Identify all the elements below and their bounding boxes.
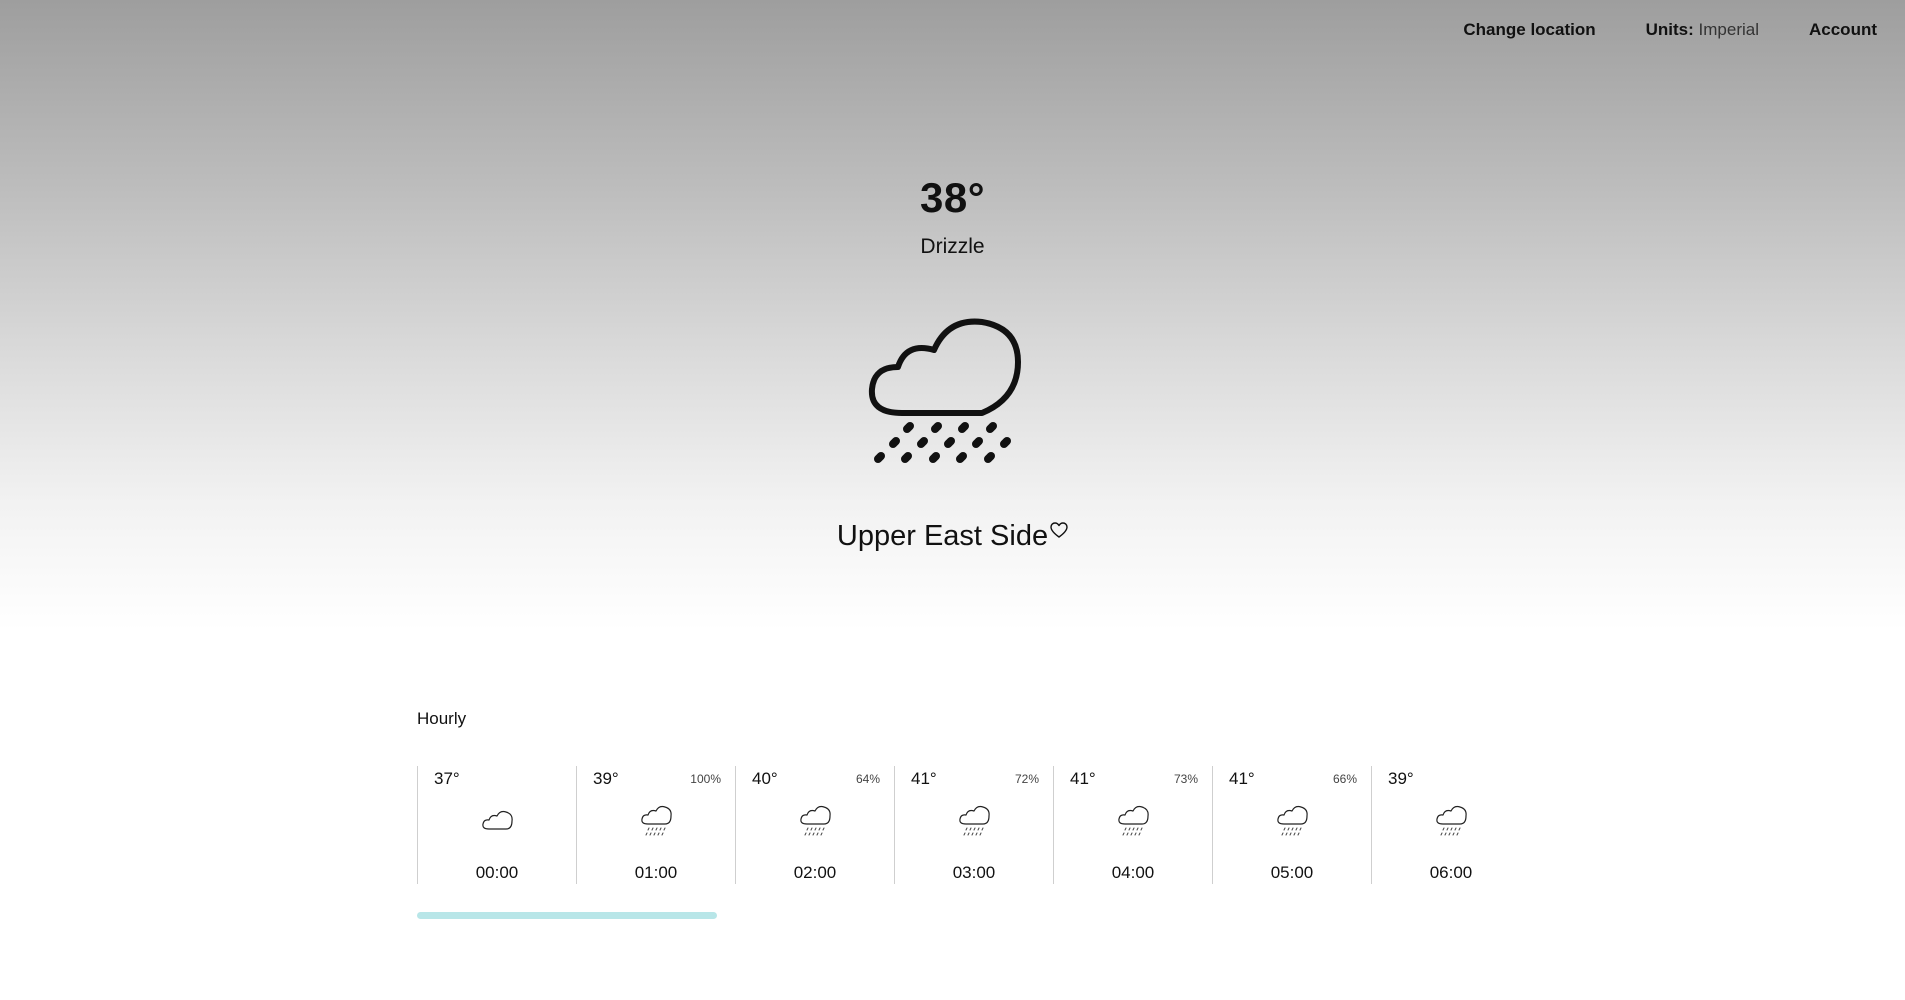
current-temperature: 38° (919, 174, 985, 221)
hourly-time: 05:00 (1270, 863, 1314, 882)
hourly-item: 39° 100% 01:00 (576, 766, 735, 884)
top-nav: Change location Units: Imperial Account (1463, 20, 1877, 40)
hourly-time: 00:00 (475, 863, 519, 882)
units-label: Units: (1645, 20, 1694, 39)
hourly-precipitation: 72% (1014, 772, 1039, 786)
hourly-temperature: 39° (593, 769, 619, 788)
hourly-time: 06:00 (1429, 863, 1473, 882)
units-toggle[interactable]: Units: Imperial (1646, 20, 1759, 40)
cloud-icon (480, 804, 516, 838)
drizzle-icon (868, 318, 1021, 463)
change-location-link[interactable]: Change location (1463, 20, 1595, 40)
hourly-item: 41° 73% 04:00 (1053, 766, 1212, 884)
hourly-precipitation: 100% (690, 772, 721, 786)
hourly-title: Hourly (417, 709, 467, 728)
hourly-scrollbar[interactable] (417, 912, 717, 919)
hourly-scrollbar-thumb[interactable] (417, 912, 717, 919)
location-name-row: Upper East Side (0, 520, 1905, 553)
hourly-temperature: 41° (1070, 769, 1096, 788)
hourly-temperature: 40° (752, 769, 778, 788)
hourly-precipitation: 73% (1173, 772, 1198, 786)
drizzle-icon (798, 804, 834, 838)
hourly-precipitation: 66% (1332, 772, 1357, 786)
hourly-item: 41° 66% 05:00 (1212, 766, 1371, 884)
drizzle-icon (639, 804, 675, 838)
heart-outline-icon[interactable] (1050, 522, 1068, 539)
hourly-time: 02:00 (793, 863, 837, 882)
hourly-time: 04:00 (1111, 863, 1155, 882)
current-condition: Drizzle (920, 235, 985, 258)
hourly-time: 03:00 (952, 863, 996, 882)
hourly-forecast-list[interactable]: 37° 00:00 39° 100% 01:00 40° 64% 02:00 41° 72% 03:… (417, 766, 1530, 884)
hourly-item: 40° 64% 02:00 (735, 766, 894, 884)
drizzle-icon (1434, 804, 1470, 838)
hourly-temperature: 41° (1229, 769, 1255, 788)
hourly-temperature: 39° (1388, 769, 1414, 788)
hourly-item: 41° 72% 03:00 (894, 766, 1053, 884)
hourly-temperature: 41° (911, 769, 937, 788)
drizzle-icon (1275, 804, 1311, 838)
location-name: Upper East Side (836, 520, 1049, 552)
hourly-temperature: 37° (434, 769, 460, 788)
drizzle-icon (1116, 804, 1152, 838)
drizzle-icon (957, 804, 993, 838)
hero-section: Change location Units: Imperial Account … (0, 0, 1905, 630)
hourly-precipitation: 64% (855, 772, 880, 786)
hourly-item: 37° 00:00 (417, 766, 576, 884)
hourly-time: 01:00 (634, 863, 678, 882)
units-value: Imperial (1698, 20, 1759, 39)
hourly-item: 39° 06:00 (1371, 766, 1530, 884)
account-link[interactable]: Account (1809, 20, 1877, 40)
